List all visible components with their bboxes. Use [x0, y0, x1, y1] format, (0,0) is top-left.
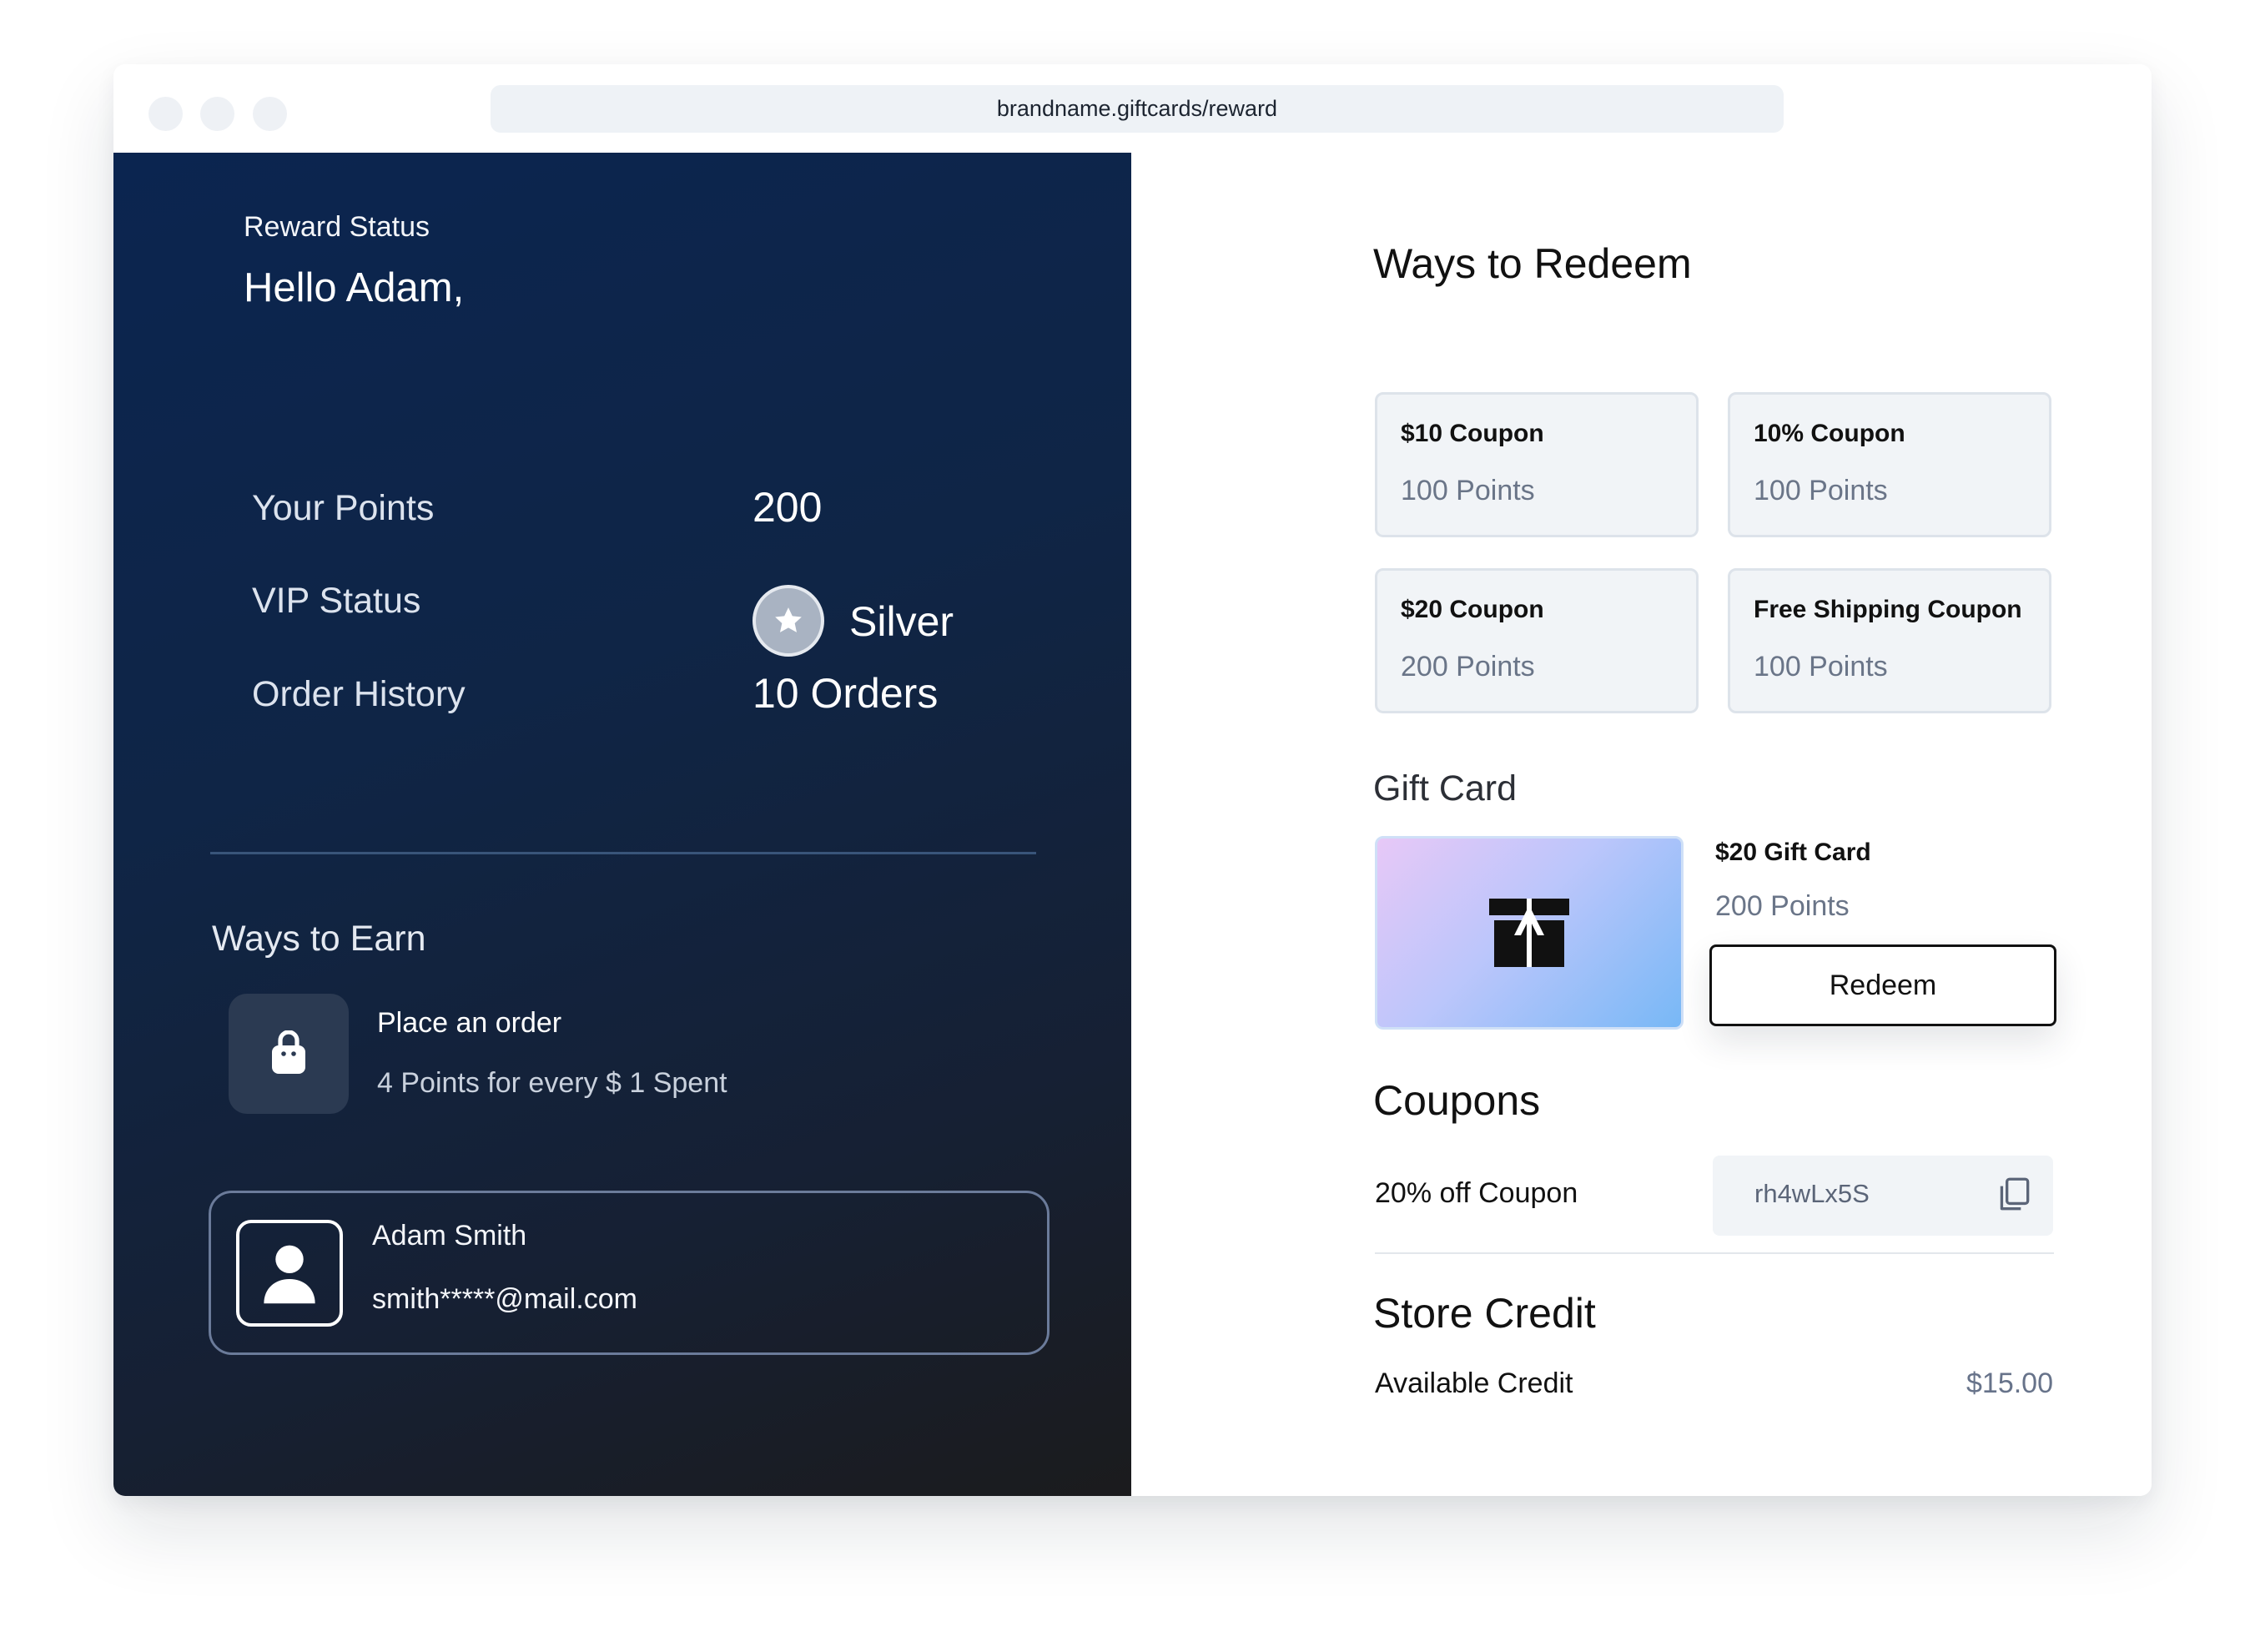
- window-close-dot[interactable]: [148, 97, 183, 131]
- redeem-option-name: $20 Coupon: [1401, 596, 1544, 623]
- redeem-option-points: 100 Points: [1754, 475, 1888, 506]
- vip-label: VIP Status: [252, 581, 421, 621]
- vip-value: Silver: [849, 598, 954, 645]
- user-name: Adam Smith: [372, 1220, 527, 1252]
- orders-label: Order History: [252, 674, 466, 714]
- redeem-option-points: 200 Points: [1401, 651, 1535, 682]
- earn-item-subtitle: 4 Points for every $ 1 Spent: [377, 1067, 727, 1099]
- address-bar[interactable]: brandname.giftcards/reward: [491, 85, 1784, 133]
- coupons-title: Coupons: [1373, 1077, 1541, 1124]
- redeem-option-card[interactable]: $10 Coupon 100 Points: [1375, 392, 1699, 537]
- available-credit-value: $15.00: [1966, 1367, 2053, 1399]
- shopping-bag-icon: [272, 1030, 305, 1074]
- star-icon: [775, 607, 802, 632]
- copy-icon[interactable]: [1993, 1174, 2035, 1216]
- store-credit-title: Store Credit: [1373, 1290, 1596, 1337]
- reward-status-panel: Reward Status Hello Adam, Your Points 20…: [113, 153, 1131, 1496]
- coupon-label: 20% off Coupon: [1375, 1177, 1578, 1209]
- browser-window: brandname.giftcards/reward Reward Status…: [113, 64, 2152, 1496]
- redeem-option-points: 100 Points: [1754, 651, 1888, 682]
- redeem-option-card[interactable]: 10% Coupon 100 Points: [1728, 392, 2051, 537]
- window-minimize-dot[interactable]: [200, 97, 234, 131]
- redeem-panel: Ways to Redeem $10 Coupon 100 Points 10%…: [1131, 153, 2152, 1496]
- coupon-divider: [1375, 1252, 2054, 1254]
- vip-badge: [753, 585, 824, 657]
- gift-card-name: $20 Gift Card: [1715, 839, 1871, 866]
- available-credit-label: Available Credit: [1375, 1367, 1573, 1399]
- redeem-option-card[interactable]: $20 Coupon 200 Points: [1375, 568, 1699, 713]
- user-card[interactable]: Adam Smith smith*****@mail.com: [209, 1191, 1049, 1355]
- ways-to-redeem-title: Ways to Redeem: [1373, 240, 1692, 287]
- earn-item-title: Place an order: [377, 1007, 562, 1039]
- ways-to-earn-title: Ways to Earn: [212, 919, 426, 959]
- gift-card-points: 200 Points: [1715, 890, 1850, 922]
- gift-card-title: Gift Card: [1373, 768, 1518, 808]
- user-icon: [264, 1245, 315, 1304]
- redeem-option-card[interactable]: Free Shipping Coupon 100 Points: [1728, 568, 2051, 713]
- redeem-button[interactable]: Redeem: [1709, 944, 2056, 1026]
- earn-icon-tile: [229, 994, 349, 1114]
- avatar: [236, 1220, 343, 1327]
- reward-status-label: Reward Status: [244, 211, 430, 243]
- greeting: Hello Adam,: [244, 265, 465, 310]
- redeem-option-name: Free Shipping Coupon: [1754, 596, 2022, 623]
- gift-card-image: [1375, 836, 1684, 1030]
- coupon-code-field[interactable]: rh4wLx5S: [1713, 1156, 2053, 1236]
- browser-titlebar: brandname.giftcards/reward: [113, 64, 2152, 153]
- redeem-option-points: 100 Points: [1401, 475, 1535, 506]
- orders-value[interactable]: 10 Orders: [753, 669, 938, 718]
- redeem-option-name: $10 Coupon: [1401, 420, 1544, 447]
- section-divider: [210, 852, 1036, 854]
- points-label: Your Points: [252, 488, 435, 528]
- user-email: smith*****@mail.com: [372, 1283, 637, 1315]
- redeem-option-name: 10% Coupon: [1754, 420, 1905, 447]
- window-maximize-dot[interactable]: [253, 97, 287, 131]
- gift-icon: [1489, 899, 1569, 967]
- coupon-code: rh4wLx5S: [1754, 1179, 1870, 1208]
- points-value: 200: [753, 484, 823, 531]
